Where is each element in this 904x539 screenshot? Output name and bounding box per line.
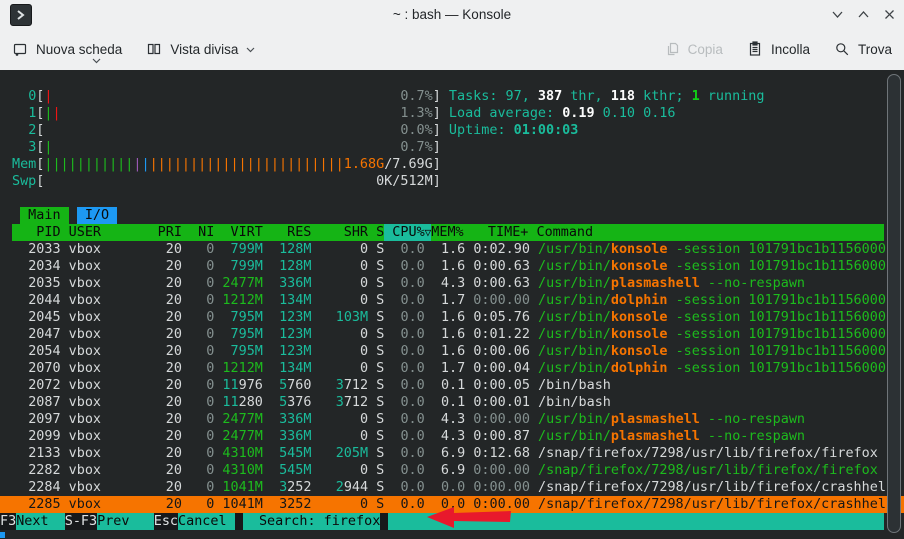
htop-tabs: Main I/O [0,207,904,224]
paste-icon [749,41,761,56]
process-row-2047[interactable]: 2047 vbox 20 0 795M 123M 0 S 0.0 1.6 0:0… [0,326,904,343]
scrollbar[interactable] [887,74,901,533]
fn-key-esc[interactable]: Esc [153,513,179,530]
process-row-2284[interactable]: 2284 vbox 20 0 1041M 3252 2944 S 0.0 0.0… [0,479,904,496]
process-row-2133[interactable]: 2133 vbox 20 0 4310M 545M 205M S 0.0 6.9… [0,445,904,462]
process-row-2033[interactable]: 2033 vbox 20 0 799M 128M 0 S 0.0 1.6 0:0… [0,241,904,258]
meter-cpu1: 1[|| 1.3%] Load average: 0.19 0.10 0.16 [28,106,676,121]
meter-cpu0: 0[| 0.7%] Tasks: 97, 387 thr, 118 kthr; … [28,89,765,104]
process-row-2035[interactable]: 2035 vbox 20 0 2477M 336M 0 S 0.0 4.3 0:… [0,275,904,292]
toolbar: Nuova scheda Vista divisa Copia Incolla … [0,28,904,70]
find-button[interactable]: Trova [832,37,894,61]
paste-label: Incolla [770,41,810,57]
close-icon[interactable] [883,8,896,21]
process-row-2282[interactable]: 2282 vbox 20 0 4310M 545M 0 S 0.0 6.9 0:… [0,462,904,479]
find-label: Trova [857,41,892,57]
fn-label[interactable]: Cancel [178,513,235,530]
minimize-icon[interactable] [831,8,844,21]
konsole-app-icon [10,4,32,26]
process-row-2087[interactable]: 2087 vbox 20 0 11280 5376 3712 S 0.0 0.1… [0,394,904,411]
annotation-arrow [427,507,511,528]
split-view-button[interactable]: Vista divisa [144,37,257,61]
copy-label: Copia [687,41,723,57]
paste-button[interactable]: Incolla [745,37,812,61]
fn-label[interactable]: Prev [97,513,154,530]
new-tab-label: Nuova scheda [36,41,123,57]
fn-key-f3[interactable]: F3 [0,513,17,530]
process-row-2099[interactable]: 2099 vbox 20 0 2477M 336M 0 S 0.0 4.3 0:… [0,428,904,445]
tab-io[interactable]: I/O [76,207,118,224]
process-row-2054[interactable]: 2054 vbox 20 0 795M 123M 0 S 0.0 1.6 0:0… [0,343,904,360]
terminal-area[interactable]: 0[| 0.7%] Tasks: 97, 387 thr, 118 kthr; … [0,70,904,539]
meter-mem: Mem[||||||||||||||||||||||||||||||||||||… [12,157,449,172]
search-icon [836,43,849,56]
search-cursor [380,513,389,530]
copy-icon [667,42,678,56]
konsole-window: ~ : bash — Konsole Nuova scheda Vista di… [0,0,904,539]
titlebar: ~ : bash — Konsole [0,0,904,28]
fn-label[interactable]: Next [16,513,65,530]
tab-main[interactable]: Main [20,207,69,224]
split-view-icon [148,43,161,55]
search-input[interactable]: Search: firefox [242,513,381,530]
maximize-icon[interactable] [857,8,870,21]
process-row-2044[interactable]: 2044 vbox 20 0 1212M 134M 0 S 0.0 1.7 0:… [0,292,904,309]
htop-screen: 0[| 0.7%] Tasks: 97, 387 thr, 118 kthr; … [0,88,904,530]
meter-cpu3: 3[| 0.7%] [28,140,449,155]
new-tab-button[interactable]: Nuova scheda [10,37,124,64]
meter-cpu2: 2[ 0.0%] Uptime: 01:00:03 [28,123,579,138]
process-table-header[interactable]: PID USER PRI NI VIRT RES SHR S CPU%▽MEM%… [0,224,904,241]
fn-key-s-f3[interactable]: S-F3 [64,513,98,530]
process-row-2045[interactable]: 2045 vbox 20 0 795M 123M 103M S 0.0 1.6 … [0,309,904,326]
meter-swp: Swp[ 0K/512M] [12,174,449,189]
new-tab-icon [13,43,27,56]
copy-button: Copia [662,37,725,61]
process-row-2072[interactable]: 2072 vbox 20 0 11976 5760 3712 S 0.0 0.1… [0,377,904,394]
process-row-2070[interactable]: 2070 vbox 20 0 1212M 134M 0 S 0.0 1.7 0:… [0,360,904,377]
corner-marker [0,532,5,538]
process-row-2034[interactable]: 2034 vbox 20 0 799M 128M 0 S 0.0 1.6 0:0… [0,258,904,275]
split-view-label: Vista divisa [170,41,239,57]
process-row-2097[interactable]: 2097 vbox 20 0 2477M 336M 0 S 0.0 4.3 0:… [0,411,904,428]
chevron-down-icon [246,47,255,52]
window-title: ~ : bash — Konsole [392,6,512,22]
chevron-down-icon [92,58,101,64]
